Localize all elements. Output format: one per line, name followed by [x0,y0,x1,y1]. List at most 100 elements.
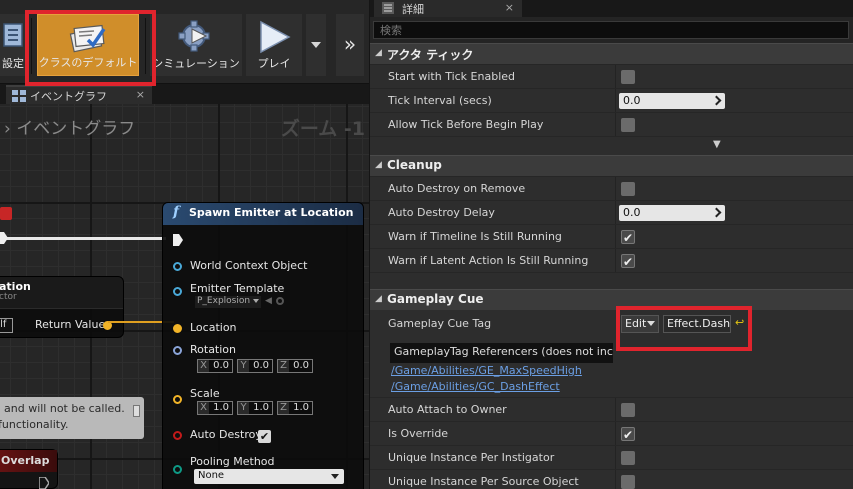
row-advanced-toggle[interactable]: ▼ [370,136,853,155]
row-auto-destroy-on-remove: Auto Destroy on Remove [370,176,853,201]
property-label: Gameplay Cue Tag [388,317,492,330]
row-warn-latent-action: Warn if Latent Action Is Still Running ✔ [370,248,853,273]
row-start-with-tick: Start with Tick Enabled [370,64,853,89]
column-divider [615,201,616,225]
category-cleanup[interactable]: ◢ Cleanup [370,155,853,176]
class-defaults-button[interactable]: クラスのデフォルト [37,14,139,76]
auto-destroy-label: Auto Destroy [190,428,262,441]
close-icon[interactable]: × [136,88,145,101]
search-icon[interactable] [276,297,284,305]
drag-grip-icon[interactable] [711,95,722,106]
play-options-button[interactable] [306,14,326,76]
y-axis-label: Y [238,360,249,372]
pooling-method-dropdown[interactable]: None [194,469,344,484]
emitter-template-pin[interactable] [173,287,182,296]
scale-y-field[interactable]: Y 1.0 [237,401,273,415]
rotation-pin[interactable] [173,346,182,355]
comment-bubble[interactable]: and will not be called. functionality. [0,397,144,439]
pooling-method-value: None [198,470,225,481]
row-gameplay-cue-tag: Gameplay Cue Tag Edit Effect.Dash ↩ [370,311,853,337]
scale-x-field[interactable]: X 1.0 [197,401,233,415]
tab-event-graph[interactable]: イベントグラフ × [6,85,152,104]
auto-destroy-checkbox[interactable]: ✔ [258,430,271,443]
start-with-tick-checkbox[interactable] [621,70,635,84]
property-label: Start with Tick Enabled [388,70,516,83]
rotation-z-field[interactable]: Z 0.0 [277,359,313,373]
node-header: f Spawn Emitter at Location [163,203,363,225]
category-cleanup-label: Cleanup [387,158,442,172]
unique-per-instigator-checkbox[interactable] [621,451,635,465]
rotation-y-value: 0.0 [253,360,269,371]
exec-pin-out[interactable] [39,477,49,489]
collapse-arrow-icon: ◢ [375,48,382,58]
rotation-y-field[interactable]: Y 0.0 [237,359,273,373]
column-divider [615,398,616,422]
get-actor-location-node[interactable]: ation ctor elf Return Value [0,276,124,338]
pooling-method-pin[interactable] [173,465,182,474]
graph-breadcrumb: › イベントグラフ [4,114,135,139]
pin-comment-icon[interactable] [133,405,140,417]
category-gameplay-cue[interactable]: ◢ Gameplay Cue [370,289,853,310]
details-search-input[interactable] [373,21,849,39]
play-button[interactable]: プレイ [246,14,302,76]
rotation-x-value: 0.0 [213,360,229,371]
comment-line-1: and will not be called. [4,402,125,415]
rotation-label: Rotation [190,343,237,356]
double-chevron-icon: » [343,32,357,56]
class-settings-label: 設定 [2,57,24,70]
auto-destroy-pin[interactable] [173,431,182,440]
self-pin-box[interactable]: elf [0,318,13,333]
column-divider [615,470,616,489]
close-icon[interactable]: × [505,1,514,14]
tick-interval-field[interactable]: 0.0 [619,93,725,109]
location-pin[interactable] [173,324,182,333]
property-label: Unique Instance Per Instigator [388,451,555,464]
world-context-pin[interactable] [173,262,182,271]
unique-per-source-checkbox[interactable] [621,475,635,489]
referencer-link-gc-dasheffect[interactable]: /Game/Abilities/GC_DashEffect [391,380,560,393]
scale-pin[interactable] [173,395,182,404]
spawn-emitter-node[interactable]: f Spawn Emitter at Location World Contex… [162,202,364,489]
scale-z-field[interactable]: Z 1.0 [277,401,313,415]
auto-attach-checkbox[interactable] [621,403,635,417]
details-tab-bar: 詳細 × [370,0,853,17]
tab-details-label: 詳細 [402,3,424,16]
details-search-bar [370,17,853,43]
chevron-down-icon[interactable] [253,299,259,303]
function-icon: f [173,204,180,220]
auto-destroy-on-remove-checkbox[interactable] [621,182,635,196]
simulation-button[interactable]: シミュレーション [150,14,242,76]
referencer-link-ge-maxspeedhigh[interactable]: /Game/Abilities/GE_MaxSpeedHigh [391,364,582,377]
overlap-event-node[interactable]: Overlap [0,449,58,489]
auto-destroy-delay-field[interactable]: 0.0 [619,205,725,221]
tab-details[interactable]: 詳細 × [374,0,522,17]
column-divider [615,65,616,89]
is-override-checkbox[interactable]: ✔ [621,427,635,442]
z-axis-label: Z [278,360,289,372]
play-icon [260,20,291,54]
rotation-x-field[interactable]: X 0.0 [197,359,233,373]
tab-event-graph-label: イベントグラフ [30,90,107,103]
warn-latent-checkbox[interactable]: ✔ [621,254,635,269]
property-label: Auto Attach to Owner [388,403,507,416]
category-actor-tick[interactable]: ◢ アクタ ティック [370,43,853,64]
drag-grip-icon[interactable] [711,207,722,218]
class-settings-button[interactable]: 設定 [0,14,26,76]
node-breakpoint-icon [0,207,12,220]
self-pin-label: elf [0,319,7,330]
row-unique-per-instigator: Unique Instance Per Instigator [370,445,853,470]
allow-tick-before-checkbox[interactable] [621,118,635,132]
edit-tag-dropdown[interactable]: Edit [621,315,659,333]
node-title: Spawn Emitter at Location [189,206,354,219]
exec-pin-in[interactable] [173,234,183,246]
reset-to-default-icon[interactable]: ↩ [735,316,744,329]
emitter-template-picker[interactable]: P_Explosion [195,296,261,308]
event-graph-canvas[interactable]: › イベントグラフ ズーム -1 ation ctor elf Return V… [0,104,369,489]
toolbar-overflow-button[interactable]: » [336,14,364,76]
warn-timeline-checkbox[interactable]: ✔ [621,230,635,245]
expand-advanced-icon[interactable]: ▼ [713,139,721,150]
browse-arrow-icon[interactable]: ◀ [265,296,272,306]
y-axis-label: Y [238,402,249,414]
settings-icon [3,23,23,47]
rotation-z-value: 0.0 [293,360,309,371]
